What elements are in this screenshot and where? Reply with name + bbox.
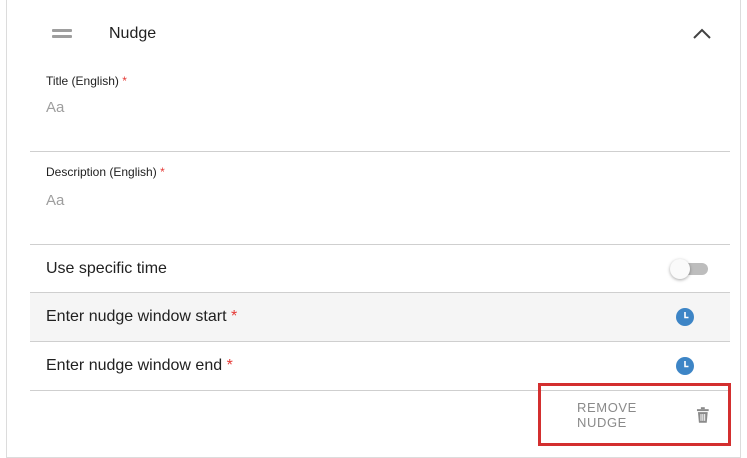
clock-icon[interactable] — [676, 357, 694, 375]
trash-icon — [697, 407, 710, 423]
remove-nudge-button[interactable]: REMOVE NUDGE — [570, 400, 710, 430]
window-start-row[interactable]: Enter nudge window start * — [30, 293, 730, 342]
clock-icon[interactable] — [676, 308, 694, 326]
use-specific-time-label: Use specific time — [46, 260, 167, 277]
description-field-label: Description (English) — [46, 165, 157, 179]
window-start-label: Enter nudge window start — [46, 308, 227, 325]
required-marker: * — [160, 165, 165, 179]
chevron-up-icon[interactable] — [691, 26, 713, 42]
required-marker: * — [122, 74, 127, 88]
drag-handle-icon[interactable] — [52, 29, 72, 39]
required-marker: * — [226, 357, 233, 374]
section-title: Nudge — [109, 25, 157, 42]
use-specific-time-toggle[interactable] — [670, 259, 710, 279]
required-marker: * — [231, 308, 238, 325]
description-field: Description (English) * — [30, 152, 730, 245]
title-field: Title (English) * — [30, 61, 730, 152]
use-specific-time-row: Use specific time — [30, 245, 730, 293]
window-end-label: Enter nudge window end — [46, 357, 223, 374]
remove-nudge-label: REMOVE NUDGE — [577, 400, 637, 430]
description-input[interactable] — [46, 192, 706, 209]
title-input[interactable] — [46, 99, 706, 116]
title-field-label: Title (English) — [46, 74, 119, 88]
